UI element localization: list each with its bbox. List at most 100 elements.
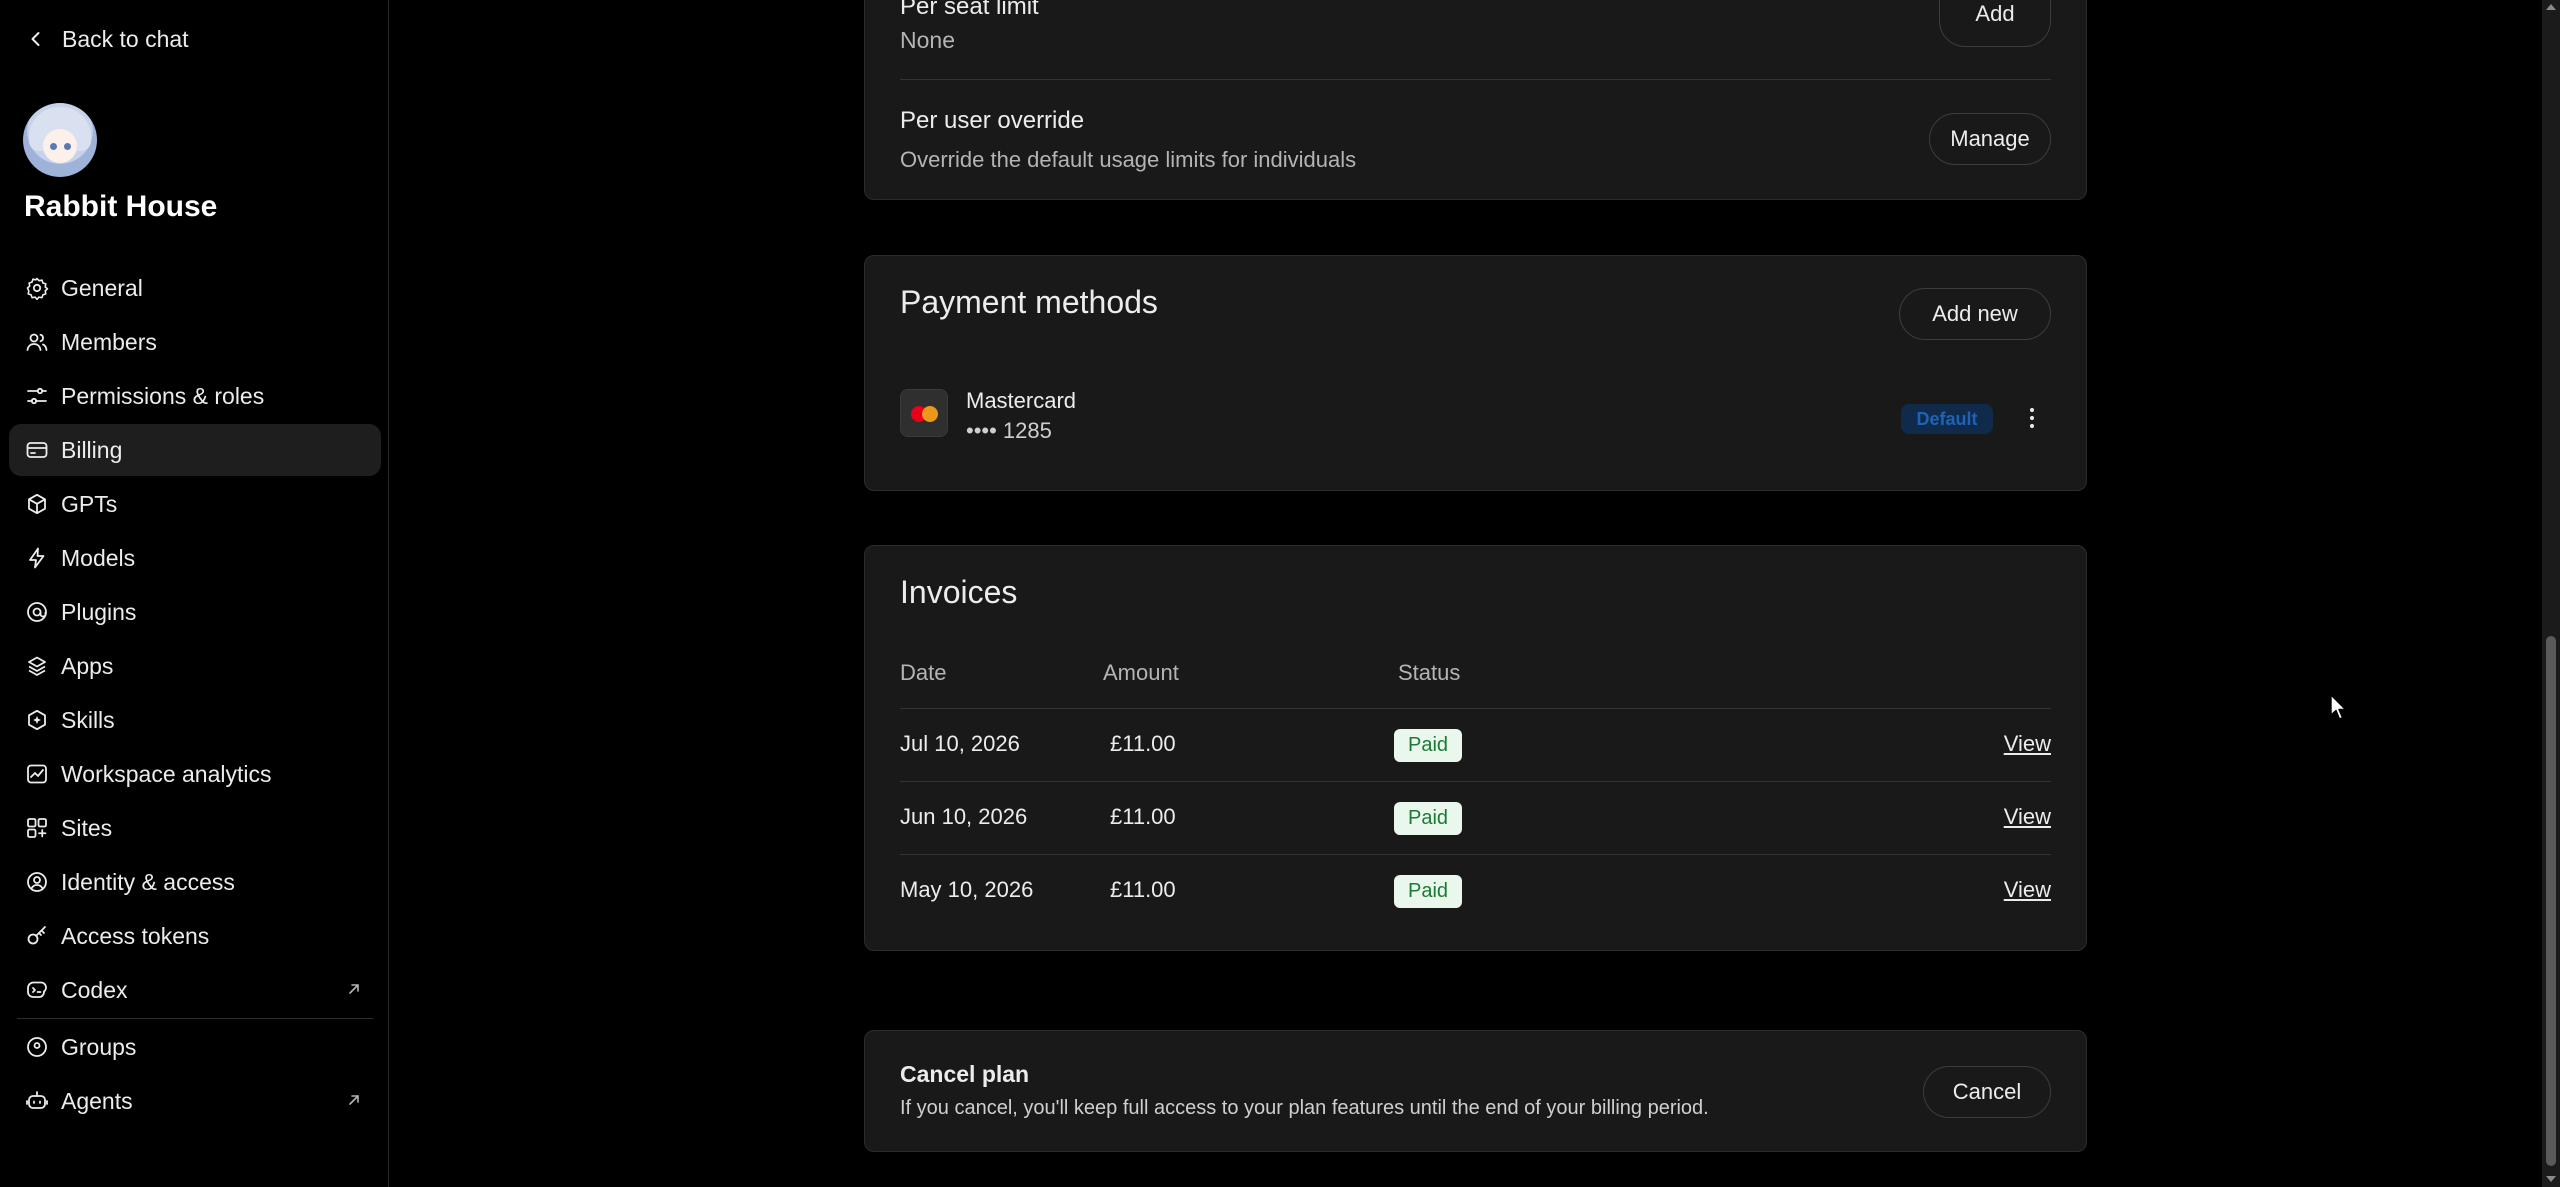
column-header-status: Status <box>1398 660 1461 685</box>
scroll-up-arrow-icon[interactable] <box>2546 4 2556 10</box>
status-badge: Paid <box>1394 729 1462 762</box>
sidebar-item-apps[interactable]: Apps <box>9 640 381 692</box>
sidebar-item-plugins[interactable]: Plugins <box>9 586 381 638</box>
scrollbar-thumb[interactable] <box>2546 636 2556 1166</box>
back-to-chat-link[interactable]: Back to chat <box>26 24 189 54</box>
section-divider <box>900 79 2051 80</box>
column-header-date: Date <box>900 660 947 685</box>
invoice-amount: £11.00 <box>1110 877 1176 902</box>
analytics-icon <box>27 764 47 784</box>
card-brand: Mastercard <box>966 388 1077 413</box>
manage-override-button[interactable]: Manage <box>1929 113 2051 165</box>
gear-icon <box>26 277 49 300</box>
sidebar-item-general[interactable]: General <box>9 262 381 314</box>
payment-methods-card: Payment methods Add new Mastercard •••• … <box>864 255 2087 491</box>
sidebar-item-label: Billing <box>61 436 123 463</box>
sidebar-item-label: Plugins <box>61 598 137 625</box>
more-options-icon[interactable] <box>2020 404 2044 434</box>
default-badge: Default <box>1901 404 1993 434</box>
plugin-icon <box>27 602 47 622</box>
sidebar: Back to chat Rabbit House General Member… <box>0 0 389 1187</box>
external-link-icon <box>349 1095 359 1105</box>
view-invoice-link[interactable]: View <box>2004 731 2051 757</box>
sidebar-item-label: General <box>61 274 143 301</box>
cancel-plan-card: Cancel plan If you cancel, you'll keep f… <box>864 1030 2087 1152</box>
per-seat-limit-value: None <box>900 27 955 53</box>
back-to-chat-label: Back to chat <box>62 25 189 52</box>
sidebar-item-label: GPTs <box>61 490 118 517</box>
view-invoice-link[interactable]: View <box>2004 877 2051 903</box>
sidebar-item-workspace-analytics[interactable]: Workspace analytics <box>9 748 381 800</box>
scroll-down-arrow-icon[interactable] <box>2546 1176 2556 1182</box>
key-icon <box>27 926 46 945</box>
per-user-override-label: Per user override <box>900 107 1085 134</box>
cancel-plan-title: Cancel plan <box>900 1061 1030 1087</box>
per-user-override-description: Override the default usage limits for in… <box>900 147 1357 172</box>
mouse-pointer-icon <box>2330 694 2347 720</box>
workspace-avatar <box>23 103 97 177</box>
sidebar-item-identity-access[interactable]: Identity & access <box>9 856 381 908</box>
usage-limits-card: Per seat limit None Add Per user overrid… <box>864 0 2087 200</box>
apps-icon <box>28 656 46 676</box>
sidebar-item-label: Access tokens <box>61 922 210 949</box>
sidebar-item-label: Permissions & roles <box>61 382 265 409</box>
sidebar-item-label: Members <box>61 328 157 355</box>
sidebar-item-label: Sites <box>61 814 113 841</box>
sidebar-item-groups[interactable]: Groups <box>9 1021 381 1073</box>
sidebar-item-permissions-roles[interactable]: Permissions & roles <box>9 370 381 422</box>
sidebar-item-models[interactable]: Models <box>9 532 381 584</box>
table-row: Jul 10, 2026 £11.00 Paid View <box>900 708 2051 781</box>
skills-icon <box>28 709 46 731</box>
column-header-amount: Amount <box>1103 660 1179 685</box>
invoice-amount: £11.00 <box>1110 804 1176 829</box>
cube-icon <box>28 493 46 515</box>
payment-methods-title: Payment methods <box>900 284 1158 320</box>
table-row: May 10, 2026 £11.00 Paid View <box>900 854 2051 927</box>
sidebar-item-codex[interactable]: Codex <box>9 964 381 1016</box>
status-badge: Paid <box>1394 802 1462 835</box>
table-row: Jun 10, 2026 £11.00 Paid View <box>900 781 2051 854</box>
sidebar-item-billing[interactable]: Billing <box>9 424 381 476</box>
cancel-plan-description: If you cancel, you'll keep full access t… <box>900 1097 1709 1119</box>
settings-nav: General Members Permissions & roles Bill… <box>9 262 381 1129</box>
sites-icon <box>27 818 47 838</box>
sparkle-icon <box>29 547 45 569</box>
invoice-amount: £11.00 <box>1110 731 1176 756</box>
agent-icon <box>26 1091 48 1109</box>
sidebar-item-label: Codex <box>61 976 128 1003</box>
sidebar-item-label: Identity & access <box>61 868 235 895</box>
sidebar-item-sites[interactable]: Sites <box>9 802 381 854</box>
users-icon <box>26 333 48 351</box>
sidebar-item-label: Apps <box>61 652 114 679</box>
sidebar-item-label: Groups <box>61 1033 137 1060</box>
invoice-date: May 10, 2026 <box>900 877 1034 902</box>
sidebar-item-access-tokens[interactable]: Access tokens <box>9 910 381 962</box>
sidebar-item-gpts[interactable]: GPTs <box>9 478 381 530</box>
cancel-plan-button[interactable]: Cancel <box>1923 1066 2051 1118</box>
sidebar-item-label: Workspace analytics <box>61 760 272 787</box>
sidebar-item-label: Skills <box>61 706 115 733</box>
chevron-left-icon <box>31 32 40 46</box>
invoices-title: Invoices <box>900 574 1018 610</box>
sidebar-item-label: Agents <box>61 1087 133 1114</box>
identity-icon <box>27 872 47 892</box>
sliders-icon <box>27 387 47 405</box>
vertical-scrollbar[interactable] <box>2542 0 2560 1187</box>
add-payment-method-button[interactable]: Add new <box>1899 288 2051 340</box>
per-seat-limit-label: Per seat limit <box>900 0 1039 20</box>
card-number: •••• 1285 <box>966 418 1052 443</box>
invoice-date: Jun 10, 2026 <box>900 804 1028 829</box>
groups-icon <box>27 1037 47 1057</box>
mastercard-logo-icon <box>900 389 948 437</box>
sidebar-item-agents[interactable]: Agents <box>9 1075 381 1127</box>
view-invoice-link[interactable]: View <box>2004 804 2051 830</box>
sidebar-item-skills[interactable]: Skills <box>9 694 381 746</box>
nav-divider <box>17 1018 373 1019</box>
add-limit-button[interactable]: Add <box>1939 0 2051 47</box>
external-link-icon <box>349 984 359 994</box>
sidebar-item-members[interactable]: Members <box>9 316 381 368</box>
workspace-name: Rabbit House <box>24 190 218 223</box>
status-badge: Paid <box>1394 875 1462 908</box>
codex-icon <box>27 981 47 998</box>
invoices-card: Invoices Date Amount Status Jul 10, 2026… <box>864 545 2087 951</box>
